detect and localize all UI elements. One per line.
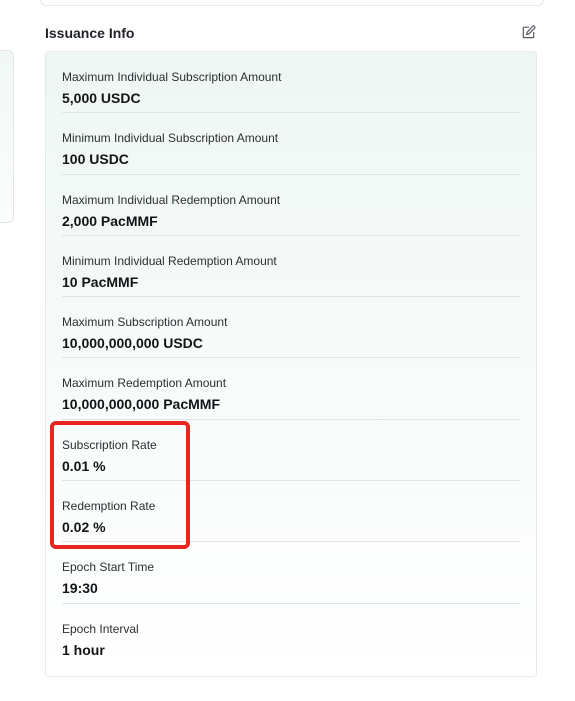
row-value: 100 USDC bbox=[62, 151, 129, 168]
left-panel-edge bbox=[0, 50, 14, 223]
row-label: Minimum Individual Subscription Amount bbox=[62, 131, 279, 146]
info-row-min-individual-redemption: Minimum Individual Redemption Amount 10 … bbox=[62, 236, 520, 298]
row-value: 10,000,000,000 PacMMF bbox=[62, 396, 220, 413]
info-row-max-individual-subscription: Maximum Individual Subscription Amount 5… bbox=[62, 52, 520, 114]
info-row-max-individual-redemption: Maximum Individual Redemption Amount 2,0… bbox=[62, 175, 520, 236]
row-label: Subscription Rate bbox=[62, 437, 157, 452]
info-row-redemption-rate: Redemption Rate 0.02 % bbox=[62, 481, 520, 543]
info-row-subscription-rate: Subscription Rate 0.01 % bbox=[62, 420, 520, 482]
info-row-max-redemption: Maximum Redemption Amount 10,000,000,000… bbox=[62, 358, 520, 420]
row-value: 10,000,000,000 USDC bbox=[62, 335, 203, 352]
info-row-min-individual-subscription: Minimum Individual Subscription Amount 1… bbox=[62, 113, 520, 175]
row-value: 1 hour bbox=[62, 641, 105, 658]
edit-icon bbox=[522, 24, 536, 38]
row-label: Maximum Subscription Amount bbox=[62, 315, 228, 330]
row-label: Minimum Individual Redemption Amount bbox=[62, 253, 277, 268]
row-label: Maximum Redemption Amount bbox=[62, 376, 227, 391]
row-label: Epoch Interval bbox=[62, 621, 139, 636]
issuance-info-card: Maximum Individual Subscription Amount 5… bbox=[45, 51, 537, 677]
row-value: 0.02 % bbox=[62, 519, 106, 536]
section-header: Issuance Info bbox=[45, 22, 537, 44]
top-card-edge bbox=[40, 0, 544, 6]
edit-button[interactable] bbox=[520, 23, 538, 41]
info-row-max-subscription: Maximum Subscription Amount 10,000,000,0… bbox=[62, 297, 520, 359]
info-row-epoch-interval: Epoch Interval 1 hour bbox=[62, 604, 520, 665]
row-value: 0.01 % bbox=[62, 457, 106, 474]
row-label: Epoch Start Time bbox=[62, 560, 155, 575]
row-value: 2,000 PacMMF bbox=[62, 212, 158, 229]
row-label: Redemption Rate bbox=[62, 499, 156, 514]
row-value: 10 PacMMF bbox=[62, 273, 139, 290]
info-row-epoch-start-time: Epoch Start Time 19:30 bbox=[62, 542, 520, 604]
row-value: 19:30 bbox=[62, 580, 98, 597]
row-label: Maximum Individual Redemption Amount bbox=[62, 192, 281, 207]
section-title: Issuance Info bbox=[45, 25, 135, 41]
row-value: 5,000 USDC bbox=[62, 90, 141, 106]
page: Issuance Info Maximum Individual Subscri… bbox=[0, 0, 575, 701]
row-label: Maximum Individual Subscription Amount bbox=[62, 70, 282, 84]
